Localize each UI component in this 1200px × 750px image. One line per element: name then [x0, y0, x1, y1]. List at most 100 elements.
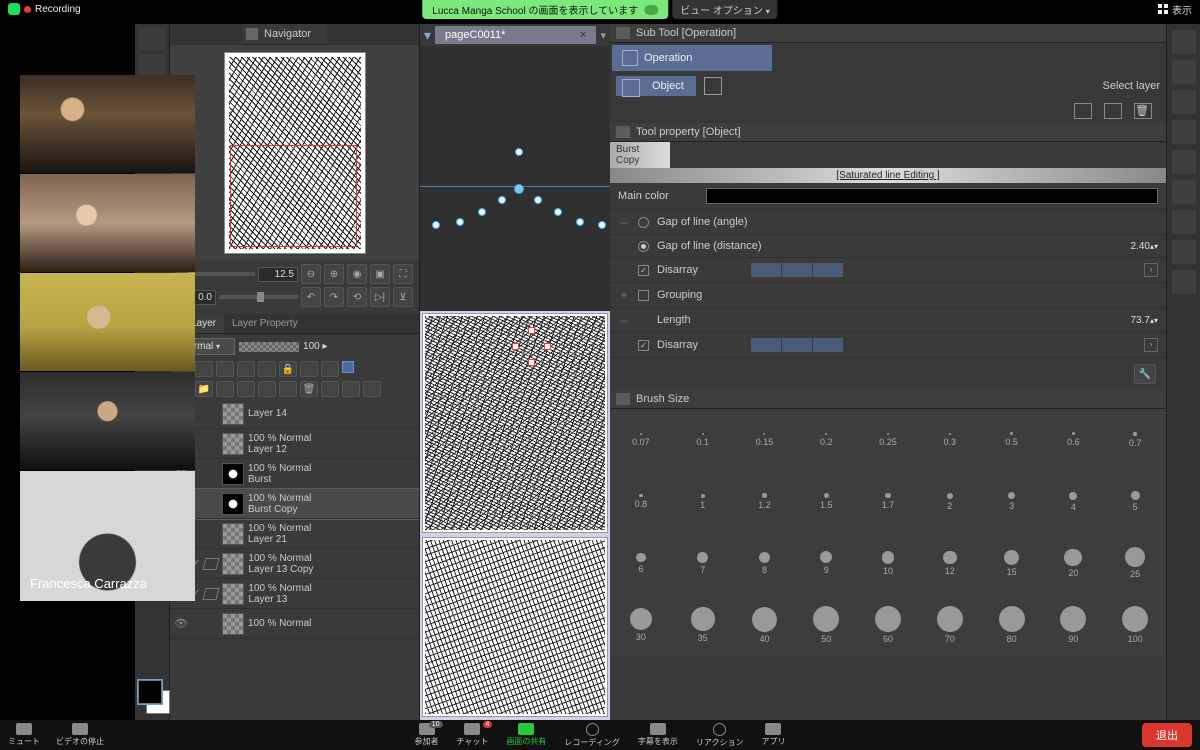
- layer-color-indicator[interactable]: [342, 361, 354, 373]
- gap-distance-radio[interactable]: [638, 241, 649, 252]
- disarray-checkbox[interactable]: ✓: [638, 265, 649, 276]
- rotate-ccw-button[interactable]: ↶: [301, 287, 321, 307]
- layer-row[interactable]: 👁✓100 % NormalLayer 13 Copy: [170, 549, 419, 579]
- new-folder-button[interactable]: 📁: [195, 381, 213, 397]
- layer-tool-button[interactable]: [216, 361, 234, 377]
- search-icon[interactable]: [1172, 30, 1196, 54]
- brush-size-cell[interactable]: 0.6: [1042, 409, 1104, 471]
- display-toggle[interactable]: 表示: [1158, 2, 1192, 17]
- delete-subtool-button[interactable]: 🗑: [1134, 103, 1152, 119]
- reactions-button[interactable]: リアクション: [696, 723, 744, 748]
- sliders-icon[interactable]: [1172, 150, 1196, 174]
- brush-size-cell[interactable]: 6: [610, 533, 672, 595]
- rotate-cw-button[interactable]: ↷: [324, 287, 344, 307]
- ruler-icon[interactable]: [1172, 180, 1196, 204]
- merge-button[interactable]: [279, 381, 297, 397]
- brush-size-cell[interactable]: 0.2: [795, 409, 857, 471]
- brush-size-cell[interactable]: 1.2: [734, 471, 796, 533]
- brush-size-cell[interactable]: 0.07: [610, 409, 672, 471]
- share-banner[interactable]: Lucca Manga School の画面を表示しています: [422, 0, 668, 19]
- brush-size-cell[interactable]: 25: [1104, 533, 1166, 595]
- expand-button[interactable]: ⛶: [393, 264, 413, 284]
- participant-tile[interactable]: [20, 174, 195, 272]
- expand-icon[interactable]: ›: [1144, 263, 1158, 277]
- cube-icon[interactable]: [1172, 60, 1196, 84]
- layer-row[interactable]: 👁100 % NormalLayer 21: [170, 519, 419, 549]
- fit-button[interactable]: ◉: [347, 264, 367, 284]
- zoom-in-button[interactable]: ⊕: [324, 264, 344, 284]
- visibility-icon[interactable]: 👁: [174, 617, 188, 631]
- share-screen-button[interactable]: 画面の共有: [506, 723, 546, 747]
- apps-button[interactable]: アプリ: [761, 723, 785, 747]
- layer-tool-button[interactable]: [321, 361, 339, 377]
- layer-action-button[interactable]: [321, 381, 339, 397]
- brush-size-cell[interactable]: 0.3: [919, 409, 981, 471]
- import-subtool-button[interactable]: [1074, 103, 1092, 119]
- flip-h-button[interactable]: ▷|: [370, 287, 390, 307]
- brush-size-cell[interactable]: 1.5: [795, 471, 857, 533]
- layer-row[interactable]: 👁Layer 14: [170, 399, 419, 429]
- layer-row[interactable]: 👁100 % NormalBurst: [170, 459, 419, 489]
- brush-size-cell[interactable]: 9: [795, 533, 857, 595]
- layer-tool-button[interactable]: [258, 361, 276, 377]
- tab-layer-property[interactable]: Layer Property: [224, 314, 306, 333]
- recording-button[interactable]: レコーディング: [564, 723, 619, 748]
- brush-size-cell[interactable]: 0.15: [734, 409, 796, 471]
- expand-icon[interactable]: ›: [1144, 338, 1158, 352]
- collapse-handle[interactable]: –: [618, 313, 630, 327]
- layer-row[interactable]: 👁✓100 % NormalLayer 13: [170, 579, 419, 609]
- brush-size-cell[interactable]: 90: [1042, 594, 1104, 656]
- brush-size-cell[interactable]: 4: [1042, 471, 1104, 533]
- stop-video-button[interactable]: ビデオの停止: [56, 723, 104, 747]
- leave-button[interactable]: 退出: [1142, 723, 1192, 747]
- disarray2-checkbox[interactable]: ✓: [638, 340, 649, 351]
- tab-menu-icon[interactable]: ▾: [600, 29, 606, 42]
- brush-size-cell[interactable]: 0.5: [981, 409, 1043, 471]
- brush-size-cell[interactable]: 40: [734, 594, 796, 656]
- layer-action-button[interactable]: [342, 381, 360, 397]
- rotation-slider[interactable]: [219, 295, 298, 299]
- select-layer-label[interactable]: Select layer: [1103, 80, 1160, 92]
- layer-tool-button[interactable]: [300, 361, 318, 377]
- layer-list[interactable]: 👁Layer 14👁100 % NormalLayer 12👁100 % Nor…: [170, 399, 419, 720]
- brush-size-cell[interactable]: 12: [919, 533, 981, 595]
- brush-size-cell[interactable]: 5: [1104, 471, 1166, 533]
- layer-row[interactable]: 👁100 % Normal: [170, 609, 419, 639]
- layer-action-button[interactable]: [237, 381, 255, 397]
- brush-size-cell[interactable]: 0.1: [672, 409, 734, 471]
- zoom-value[interactable]: [258, 267, 298, 282]
- layer-action-button[interactable]: [216, 381, 234, 397]
- participant-tile[interactable]: [20, 372, 195, 470]
- brush-size-cell[interactable]: 20: [1042, 533, 1104, 595]
- expand-handle[interactable]: +: [618, 288, 630, 302]
- layer-action-button[interactable]: [363, 381, 381, 397]
- zoom-out-button[interactable]: ⊖: [301, 264, 321, 284]
- participants-button[interactable]: 10参加者: [415, 723, 439, 747]
- gear-cube-icon[interactable]: [1172, 90, 1196, 114]
- reset-rotation-button[interactable]: ⟲: [347, 287, 367, 307]
- wrench-icon[interactable]: 🔧: [1134, 364, 1156, 384]
- layer-row[interactable]: 👁100 % NormalBurst Copy: [170, 489, 419, 519]
- document-tab[interactable]: pageC0011* ×: [435, 26, 596, 44]
- brush-icon[interactable]: [1172, 120, 1196, 144]
- brush-size-cell[interactable]: 2: [919, 471, 981, 533]
- layer-tool-button[interactable]: [195, 361, 213, 377]
- brush-size-cell[interactable]: 15: [981, 533, 1043, 595]
- brush-size-cell[interactable]: 0.8: [610, 471, 672, 533]
- opacity-slider[interactable]: [239, 342, 299, 352]
- brush-size-cell[interactable]: 3: [981, 471, 1043, 533]
- mute-button[interactable]: ミュート: [8, 723, 40, 747]
- flip-v-button[interactable]: ⊻: [393, 287, 413, 307]
- brush-size-cell[interactable]: 0.25: [857, 409, 919, 471]
- edit-icon[interactable]: [1172, 270, 1196, 294]
- layer-tool-button[interactable]: [237, 361, 255, 377]
- dropdown-icon[interactable]: ▾: [424, 27, 431, 44]
- fullscreen-button[interactable]: ▣: [370, 264, 390, 284]
- brush-size-cell[interactable]: 8: [734, 533, 796, 595]
- grouping-checkbox[interactable]: [638, 290, 649, 301]
- brush-size-cell[interactable]: 35: [672, 594, 734, 656]
- brush-size-cell[interactable]: 0.7: [1104, 409, 1166, 471]
- brush-size-cell[interactable]: 1: [672, 471, 734, 533]
- brush-size-cell[interactable]: 80: [981, 594, 1043, 656]
- collapse-handle[interactable]: –: [618, 215, 630, 229]
